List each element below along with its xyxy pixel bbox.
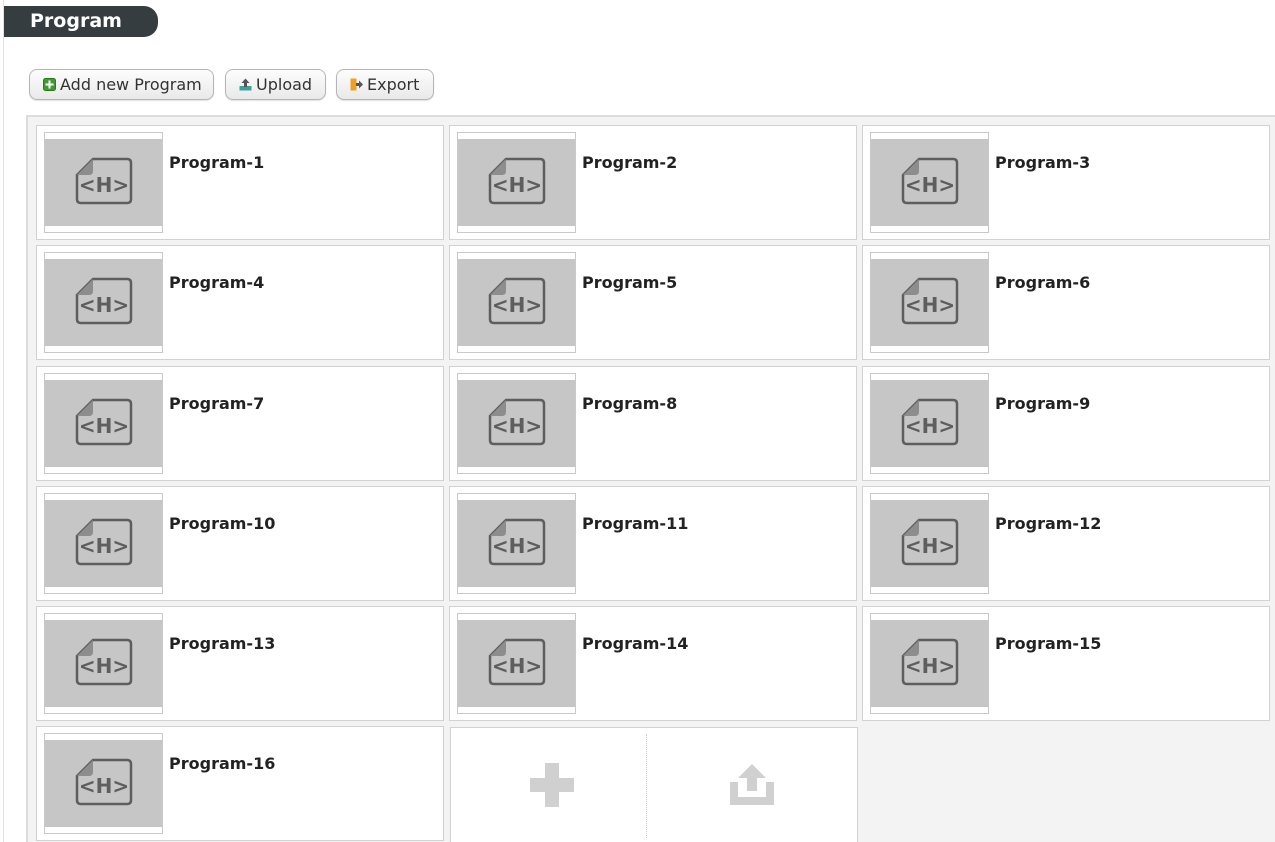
svg-text:<H>: <H> [79,173,129,197]
html-file-icon: <H> [901,398,959,446]
export-label: Export [367,75,420,94]
program-thumbnail: <H> [457,613,576,714]
card-divider [646,734,647,838]
program-name: Program-5 [582,273,678,292]
svg-text:<H>: <H> [905,173,955,197]
program-thumbnail: <H> [870,252,989,353]
program-name: Program-1 [169,153,265,172]
svg-text:<H>: <H> [79,293,129,317]
svg-text:<H>: <H> [79,534,129,558]
svg-text:<H>: <H> [79,654,129,678]
svg-text:<H>: <H> [905,534,955,558]
html-file-icon: <H> [75,638,133,686]
html-file-icon: <H> [901,518,959,566]
program-thumbnail: <H> [44,733,163,834]
html-file-icon: <H> [75,277,133,325]
upload-label: Upload [256,75,313,94]
add-program-button[interactable]: Add new Program [29,69,214,100]
html-file-icon: <H> [75,398,133,446]
html-file-icon: <H> [75,518,133,566]
program-grid: <H> Program-1 <H> Program-2 <H> Program-3 <H> P… [26,115,1275,842]
program-card[interactable]: <H> Program-14 [449,606,857,721]
program-card[interactable]: <H> Program-3 [862,125,1270,240]
svg-text:<H>: <H> [492,654,542,678]
upload-icon [239,78,252,91]
svg-text:<H>: <H> [905,293,955,317]
program-name: Program-4 [169,273,265,292]
program-thumbnail: <H> [44,613,163,714]
program-thumbnail: <H> [44,132,163,233]
svg-text:<H>: <H> [79,414,129,438]
program-thumbnail: <H> [44,252,163,353]
program-card[interactable]: <H> Program-8 [449,366,857,481]
html-file-icon: <H> [901,157,959,205]
html-file-icon: <H> [488,518,546,566]
upload-tray-icon[interactable] [729,764,775,806]
program-card[interactable]: <H> Program-13 [36,606,444,721]
left-rule [3,0,4,842]
page-title: Program [4,6,158,37]
svg-text:<H>: <H> [492,173,542,197]
program-name: Program-16 [169,754,276,773]
program-card[interactable]: <H> Program-16 [36,726,444,841]
program-name: Program-2 [582,153,678,172]
program-card[interactable]: <H> Program-2 [449,125,857,240]
html-file-icon: <H> [488,398,546,446]
program-thumbnail: <H> [870,493,989,594]
svg-text:<H>: <H> [905,654,955,678]
program-card[interactable]: <H> Program-10 [36,486,444,601]
program-name: Program-14 [582,634,689,653]
program-name: Program-8 [582,394,678,413]
html-file-icon: <H> [488,638,546,686]
plus-square-icon [43,78,56,91]
html-file-icon: <H> [901,277,959,325]
program-thumbnail: <H> [457,252,576,353]
program-name: Program-9 [995,394,1091,413]
add-program-label: Add new Program [60,75,202,94]
export-button[interactable]: Export [336,69,434,100]
svg-text:<H>: <H> [492,534,542,558]
svg-text:<H>: <H> [492,293,542,317]
program-name: Program-15 [995,634,1102,653]
program-card[interactable]: <H> Program-7 [36,366,444,481]
svg-text:<H>: <H> [79,774,129,798]
program-card[interactable]: <H> Program-11 [449,486,857,601]
program-thumbnail: <H> [457,373,576,474]
program-thumbnail: <H> [457,132,576,233]
program-card[interactable]: <H> Program-12 [862,486,1270,601]
program-name: Program-3 [995,153,1091,172]
program-thumbnail: <H> [870,132,989,233]
program-name: Program-12 [995,514,1102,533]
add-program-card [450,727,858,842]
program-name: Program-13 [169,634,276,653]
program-card[interactable]: <H> Program-1 [36,125,444,240]
program-thumbnail: <H> [870,373,989,474]
svg-text:<H>: <H> [905,414,955,438]
export-icon [350,78,363,91]
program-name: Program-10 [169,514,276,533]
program-name: Program-6 [995,273,1091,292]
program-thumbnail: <H> [44,493,163,594]
plus-icon[interactable] [530,763,574,807]
html-file-icon: <H> [75,157,133,205]
program-card[interactable]: <H> Program-15 [862,606,1270,721]
html-file-icon: <H> [901,638,959,686]
program-card[interactable]: <H> Program-5 [449,245,857,360]
svg-text:<H>: <H> [492,414,542,438]
program-thumbnail: <H> [44,373,163,474]
upload-button[interactable]: Upload [225,69,326,100]
program-thumbnail: <H> [457,493,576,594]
html-file-icon: <H> [488,277,546,325]
html-file-icon: <H> [488,157,546,205]
program-card[interactable]: <H> Program-4 [36,245,444,360]
program-name: Program-7 [169,394,265,413]
program-name: Program-11 [582,514,689,533]
program-thumbnail: <H> [870,613,989,714]
program-card[interactable]: <H> Program-6 [862,245,1270,360]
program-card[interactable]: <H> Program-9 [862,366,1270,481]
html-file-icon: <H> [75,758,133,806]
